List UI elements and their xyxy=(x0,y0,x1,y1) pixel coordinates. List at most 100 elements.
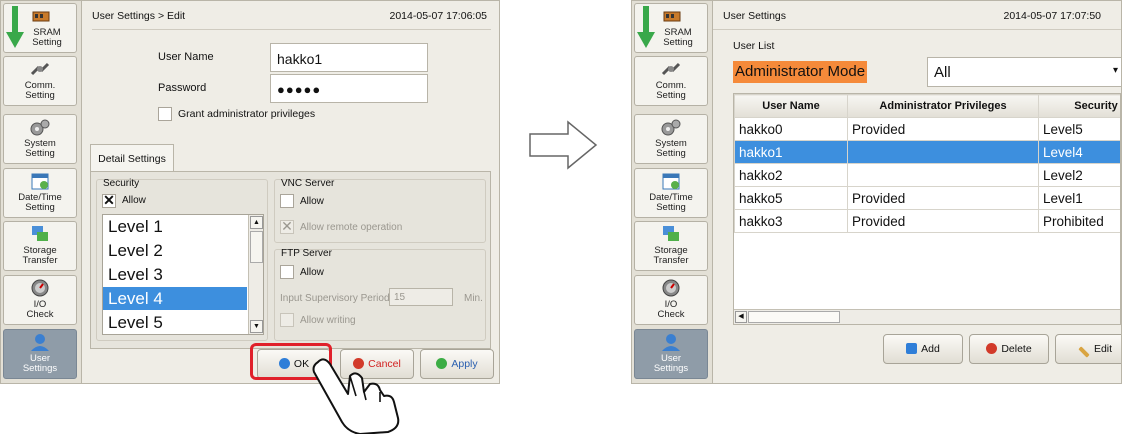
pencil-icon xyxy=(1078,346,1090,358)
list-scrollbar[interactable]: ▲ ▼ xyxy=(248,215,263,334)
plug-icon xyxy=(30,62,50,76)
cell xyxy=(847,163,1039,187)
timestamp: 2014-05-07 17:07:50 xyxy=(1003,10,1102,22)
table-row[interactable]: hakko2 Level2 xyxy=(734,163,1120,187)
table-row[interactable]: hakko0 Provided Level5 xyxy=(734,117,1120,141)
table-row-selected[interactable]: hakko1 Level4 xyxy=(734,140,1120,164)
sidebar-item-comm[interactable]: Comm. Setting xyxy=(634,56,708,106)
cell: Provided xyxy=(847,209,1039,233)
cell xyxy=(847,140,1039,164)
sidebar-item-label: Date/Time Setting xyxy=(649,192,693,213)
allow-writing-checkbox[interactable] xyxy=(280,313,294,327)
cell: hakko0 xyxy=(734,117,848,141)
sidebar-item-sram[interactable]: SRAM Setting xyxy=(634,3,708,53)
delete-button[interactable]: Delete xyxy=(969,334,1049,364)
column-header-security[interactable]: Security xyxy=(1038,94,1120,118)
cell: Provided xyxy=(847,186,1039,210)
calendar-clock-icon xyxy=(662,173,680,190)
sidebar-item-label: Comm. Setting xyxy=(655,80,687,101)
sidebar-item-label: I/O Check xyxy=(26,299,54,320)
sidebar-item-label: Date/Time Setting xyxy=(18,192,62,213)
sidebar-item-user[interactable]: User Settings xyxy=(3,329,77,379)
cell: Prohibited xyxy=(1038,209,1120,233)
user-name-field[interactable]: hakko1 xyxy=(270,43,428,72)
security-level-list[interactable]: Level 1 Level 2 Level 3 Level 4 Level 5 … xyxy=(102,214,264,335)
title-bar: User Settings > Edit 2014-05-07 17:06:05 xyxy=(82,1,499,29)
list-item[interactable]: Level 5 xyxy=(103,311,247,334)
sidebar-item-storage[interactable]: Storage Transfer xyxy=(3,221,77,271)
sidebar-item-system[interactable]: System Setting xyxy=(634,114,708,164)
user-settings-list-screen: SRAM Setting Comm. Setting System Settin… xyxy=(631,0,1122,384)
sidebar-item-io[interactable]: I/O Check xyxy=(3,275,77,325)
ftp-allow-checkbox[interactable] xyxy=(280,265,294,279)
cell: hakko2 xyxy=(734,163,848,187)
edit-button[interactable]: Edit xyxy=(1055,334,1121,364)
gears-icon xyxy=(661,119,681,136)
cell: Level5 xyxy=(1038,117,1120,141)
table-row[interactable]: hakko3 Provided Prohibited xyxy=(734,209,1120,233)
admin-mode-label: Administrator Mode xyxy=(733,61,868,83)
table-row[interactable]: hakko5 Provided Level1 xyxy=(734,186,1120,210)
vnc-allow-label: Allow xyxy=(300,196,324,207)
sidebar-item-io[interactable]: I/O Check xyxy=(634,275,708,325)
column-header-admin[interactable]: Administrator Privileges xyxy=(847,94,1039,118)
scroll-left-icon[interactable]: ◀ xyxy=(735,311,747,323)
transition-arrow-icon xyxy=(529,120,598,170)
list-item[interactable]: Level 2 xyxy=(103,239,247,262)
add-button[interactable]: Add xyxy=(883,334,963,364)
cell: hakko5 xyxy=(734,186,848,210)
plug-icon xyxy=(661,62,681,76)
plus-icon xyxy=(906,343,918,354)
sidebar-item-sram[interactable]: SRAM Setting xyxy=(3,3,77,53)
period-label: Input Supervisory Period xyxy=(280,293,390,304)
security-allow-checkbox[interactable]: ✕ xyxy=(102,193,116,208)
apply-label: Apply xyxy=(451,358,478,370)
list-item-selected[interactable]: Level 4 xyxy=(103,287,247,310)
user-settings-edit-screen: SRAM Setting Comm. Setting System Settin… xyxy=(0,0,500,384)
edit-panel: User Settings > Edit 2014-05-07 17:06:05… xyxy=(82,1,499,383)
list-item[interactable]: Level 1 xyxy=(103,215,247,238)
scroll-thumb[interactable] xyxy=(748,311,840,323)
sidebar-item-label: Storage Transfer xyxy=(653,245,689,266)
sidebar-item-datetime[interactable]: Date/Time Setting xyxy=(634,168,708,218)
user-name-label: User Name xyxy=(158,51,214,63)
grant-admin-checkbox[interactable] xyxy=(158,107,172,121)
gears-icon xyxy=(30,119,50,136)
vnc-allow-checkbox[interactable] xyxy=(280,194,294,208)
edit-label: Edit xyxy=(1093,343,1113,355)
admin-mode-select[interactable]: All xyxy=(927,57,1121,87)
ftp-title: FTP Server xyxy=(281,248,332,259)
sidebar-item-label: SRAM Setting xyxy=(32,27,62,48)
check-icon xyxy=(436,358,448,369)
period-unit: Min. xyxy=(464,293,483,304)
sidebar-item-system[interactable]: System Setting xyxy=(3,114,77,164)
cell: Level4 xyxy=(1038,140,1120,164)
scroll-thumb[interactable] xyxy=(250,231,263,263)
scroll-down-icon[interactable]: ▼ xyxy=(250,320,263,333)
password-field[interactable]: ●●●●● xyxy=(270,74,428,103)
storage-transfer-icon xyxy=(32,226,48,241)
cell: Level2 xyxy=(1038,163,1120,187)
cell: hakko1 xyxy=(734,140,848,164)
sidebar-item-datetime[interactable]: Date/Time Setting xyxy=(3,168,77,218)
sidebar-item-label: Comm. Setting xyxy=(24,80,56,101)
user-list-label: User List xyxy=(733,40,775,52)
remote-operation-checkbox[interactable]: ✕ xyxy=(280,219,294,234)
title-bar: User Settings 2014-05-07 17:07:50 xyxy=(713,1,1121,29)
calendar-clock-icon xyxy=(31,173,49,190)
sidebar-item-label: SRAM Setting xyxy=(663,27,693,48)
tab-detail-settings[interactable]: Detail Settings xyxy=(90,144,174,172)
sidebar-item-label: System Setting xyxy=(655,138,687,159)
sidebar-item-label: User Settings xyxy=(653,353,689,374)
sidebar-item-storage[interactable]: Storage Transfer xyxy=(634,221,708,271)
period-field[interactable]: 15 xyxy=(389,288,453,306)
sidebar-item-comm[interactable]: Comm. Setting xyxy=(3,56,77,106)
list-item[interactable]: Level 3 xyxy=(103,263,247,286)
scroll-up-icon[interactable]: ▲ xyxy=(250,216,263,229)
sidebar-item-label: System Setting xyxy=(24,138,56,159)
column-header-user-name[interactable]: User Name xyxy=(734,94,848,118)
horizontal-scrollbar[interactable]: ◀ xyxy=(734,309,1120,324)
apply-button[interactable]: Apply xyxy=(420,349,494,379)
sidebar-item-user[interactable]: User Settings xyxy=(634,329,708,379)
memory-card-icon xyxy=(663,11,681,22)
